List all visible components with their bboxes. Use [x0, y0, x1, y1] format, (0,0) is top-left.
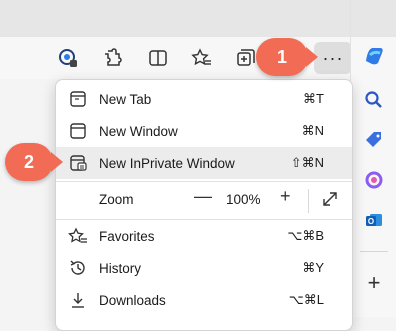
menu-item-favorites[interactable]: Favorites ⌥⌘B — [56, 220, 352, 252]
add-icon[interactable]: + — [362, 270, 386, 295]
menu-item-label: New InPrivate Window — [99, 155, 235, 171]
zoom-out-button[interactable]: — — [194, 186, 212, 207]
badge-arrow — [51, 152, 63, 172]
menu-item-new-inprivate-window[interactable]: New InPrivate Window ⇧⌘N — [56, 147, 352, 179]
step-badge-1: 1 — [256, 38, 318, 76]
menu-item-shortcut: ⇧⌘N — [290, 155, 324, 170]
split-screen-icon[interactable] — [146, 46, 170, 70]
favorites-star-icon[interactable] — [190, 46, 214, 70]
menu-item-label: History — [99, 260, 142, 276]
new-window-icon — [68, 121, 88, 141]
menu-item-label: Favorites — [99, 228, 155, 244]
svg-text:O: O — [368, 217, 374, 226]
shopping-tag-icon[interactable] — [362, 128, 386, 152]
tracking-prevention-icon[interactable] — [56, 46, 80, 70]
settings-menu: New Tab ⌘T New Window ⌘N New InPrivate W… — [55, 79, 353, 331]
outlook-icon[interactable]: O — [362, 208, 386, 232]
menu-item-shortcut: ⌘T — [303, 91, 324, 106]
extensions-icon[interactable] — [100, 46, 124, 70]
sidebar-divider — [360, 251, 388, 252]
menu-item-downloads[interactable]: Downloads ⌥⌘L — [56, 284, 352, 316]
badge-arrow — [306, 47, 318, 67]
menu-item-shortcut: ⌥⌘B — [287, 228, 324, 243]
zoom-divider — [308, 189, 309, 213]
menu-item-history[interactable]: History ⌘Y — [56, 252, 352, 284]
zoom-value: 100% — [226, 192, 261, 207]
menu-item-label: Downloads — [99, 292, 166, 308]
menu-divider — [56, 181, 352, 182]
zoom-row: Zoom — 100% + — [56, 183, 352, 217]
office-icon[interactable] — [362, 168, 386, 192]
new-tab-icon — [68, 89, 88, 109]
downloads-icon — [68, 290, 88, 310]
history-icon — [68, 258, 88, 278]
menu-item-label: New Tab — [99, 91, 152, 107]
collections-icon[interactable] — [234, 46, 258, 70]
menu-item-new-tab[interactable]: New Tab ⌘T — [56, 83, 352, 115]
menu-item-shortcut: ⌥⌘L — [288, 292, 324, 307]
inprivate-window-icon — [68, 153, 88, 173]
menu-item-shortcut: ⌘N — [301, 123, 324, 138]
step-badge-2: 2 — [5, 143, 63, 181]
copilot-icon[interactable] — [362, 43, 386, 67]
settings-and-more-button[interactable]: ··· — [314, 42, 352, 74]
menu-item-new-window[interactable]: New Window ⌘N — [56, 115, 352, 147]
zoom-label: Zoom — [99, 192, 134, 207]
tab-strip — [0, 0, 350, 37]
menu-item-shortcut: ⌘Y — [302, 260, 324, 275]
menu-item-label: New Window — [99, 123, 178, 139]
search-icon[interactable] — [362, 88, 386, 112]
favorites-icon — [68, 226, 88, 246]
zoom-in-button[interactable]: + — [280, 186, 291, 207]
more-dots-icon: ··· — [322, 47, 344, 68]
fullscreen-icon[interactable] — [320, 189, 340, 209]
